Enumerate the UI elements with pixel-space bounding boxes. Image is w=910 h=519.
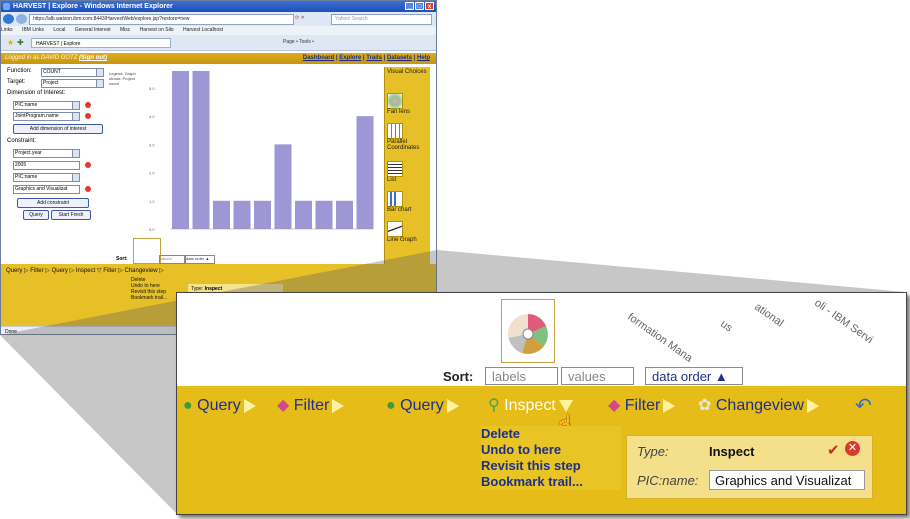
trail-step-query[interactable]: ● Query xyxy=(183,393,256,419)
sort-label: Sort: xyxy=(443,369,474,384)
sort-labels-button[interactable]: labels xyxy=(485,367,558,385)
pic-key: PIC:name: xyxy=(637,473,699,488)
trail-step-label: Filter xyxy=(293,397,330,414)
trail-step-label: Inspect xyxy=(504,397,556,414)
menu-undo-to-here[interactable]: Undo to here xyxy=(481,442,621,458)
zoom-detail: formation Mana us ational oli - IBM Serv… xyxy=(176,292,907,515)
trail-arrow-icon xyxy=(243,398,256,413)
changeview-icon: ✿ xyxy=(698,397,712,414)
menu-delete[interactable]: Delete xyxy=(481,426,621,442)
trail-dropdown-icon xyxy=(558,399,573,412)
trail-step-label: Query xyxy=(197,397,241,414)
fan-lens-thumbnail[interactable] xyxy=(501,299,555,363)
type-value: Inspect xyxy=(709,444,755,459)
type-key: Type: xyxy=(637,444,669,459)
trail-step-query[interactable]: ● Query xyxy=(386,393,459,419)
sort-data-order-button[interactable]: data order ▲ xyxy=(645,367,743,385)
trail-step-filter[interactable]: ◆ Filter xyxy=(608,393,676,419)
query-icon: ● xyxy=(386,397,396,414)
trail-step-changeview[interactable]: ✿ Changeview xyxy=(698,393,819,419)
fan-lens-icon xyxy=(508,314,548,354)
undo-icon[interactable]: ↶ xyxy=(855,393,872,419)
trail-arrow-icon xyxy=(806,398,819,413)
menu-bookmark-trail[interactable]: Bookmark trail... xyxy=(481,474,621,490)
trail-step-menu: Delete Undo to here Revisit this step Bo… xyxy=(481,426,621,490)
confirm-check-icon[interactable]: ✔ xyxy=(827,441,840,459)
trail-arrow-icon xyxy=(446,398,459,413)
trail-arrow-icon xyxy=(663,398,676,413)
inspect-icon: ⚲ xyxy=(488,397,500,414)
query-icon: ● xyxy=(183,397,193,414)
step-detail-panel: Type: Inspect ✔ ✕ PIC:name: Graphics and… xyxy=(626,435,873,499)
filter-icon: ◆ xyxy=(277,397,290,414)
menu-revisit-step[interactable]: Revisit this step xyxy=(481,458,621,474)
trail-step-filter[interactable]: ◆ Filter xyxy=(277,393,345,419)
pic-name-input[interactable]: Graphics and Visualizat xyxy=(709,470,865,490)
trail-arrow-icon xyxy=(332,398,345,413)
cancel-icon[interactable]: ✕ xyxy=(845,441,860,456)
trail-step-label: Changeview xyxy=(715,397,804,414)
trail-step-label: Filter xyxy=(624,397,661,414)
sort-values-button[interactable]: values xyxy=(561,367,634,385)
filter-icon: ◆ xyxy=(608,397,621,414)
trail-step-label: Query xyxy=(400,397,444,414)
